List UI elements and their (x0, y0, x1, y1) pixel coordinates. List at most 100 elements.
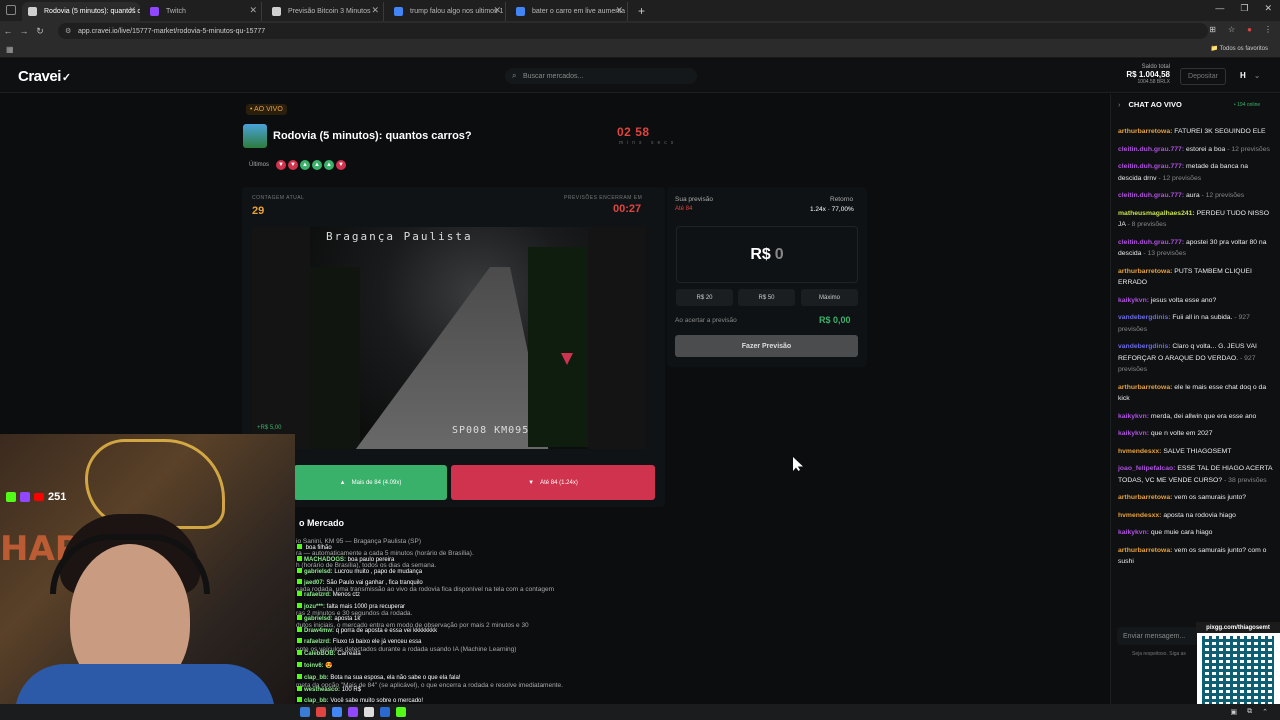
tab-favicon-icon (150, 7, 159, 16)
reload-icon[interactable]: ↻ (32, 26, 48, 37)
ate-84-button[interactable]: ▼ Até 84 (1.24x) (451, 465, 655, 500)
steam-icon[interactable] (380, 707, 390, 717)
chat-text: estorei a boa (1186, 145, 1226, 153)
browser-tab[interactable]: bater o carro em live aumenta ✕ (510, 2, 628, 21)
chat-message: kaikykvn: merda, dei allwin que era esse… (1118, 411, 1273, 423)
all-bookmarks[interactable]: 📁 Todos os favoritos (1211, 45, 1268, 52)
chat-username[interactable]: kaikykvn: (1118, 413, 1149, 420)
overlay-text: Bota na sua esposa, ela não sabe o que e… (330, 674, 461, 681)
chat-username[interactable]: joao_felipefalcao: (1118, 465, 1175, 472)
browser-tab[interactable]: trump falou algo nos ultimos 1 ✕ (388, 2, 506, 21)
chat-username[interactable]: cleitin.duh.grau.777: (1118, 239, 1184, 246)
overlay-username: gabrielsd: (304, 615, 333, 622)
chat-username[interactable]: hvmendesxx: (1118, 448, 1161, 455)
back-icon[interactable]: ← (0, 26, 16, 36)
tab-search-icon[interactable] (6, 5, 16, 15)
logo-text: Cravei (18, 68, 61, 85)
market-thumbnail (243, 124, 267, 148)
amount-input[interactable]: R$ 0 (676, 226, 858, 283)
chat-username[interactable]: arthurbarretowa: (1118, 268, 1172, 275)
small-gain: +R$ 5,00 (257, 425, 282, 431)
chat-header: › CHAT AO VIVO (1118, 100, 1182, 109)
overlay-chat-line: rafaelzrd: Menos ctz (297, 590, 497, 602)
up-result-dot: ▲ (312, 160, 323, 170)
menu-icon[interactable]: ⋮ (1264, 25, 1272, 34)
chat-username[interactable]: vandebergdinis: (1118, 343, 1171, 350)
chat-message: vandebergdinis: Fuii all in na subida. -… (1118, 312, 1273, 335)
chat-username[interactable]: kaikykvn: (1118, 297, 1149, 304)
qr-code-icon (1202, 636, 1274, 708)
site-info-icon[interactable]: ⚙ (65, 27, 71, 35)
chat-username[interactable]: arthurbarretowa: (1118, 128, 1172, 135)
taskbar-app-icon[interactable] (348, 707, 358, 717)
browser-tab[interactable]: Twitch ✕ (144, 2, 262, 21)
deposit-button[interactable]: Depositar (1180, 68, 1226, 85)
chat-username[interactable]: matheusmagalhaes241: (1118, 210, 1195, 217)
chat-username[interactable]: arthurbarretowa: (1118, 494, 1172, 501)
quick-50-button[interactable]: R$ 50 (738, 289, 795, 306)
browser-tab[interactable]: Previsão Bitcoin 3 Minutos ✕ (266, 2, 384, 21)
minimize-icon[interactable]: — (1215, 3, 1224, 14)
kick-icon (297, 555, 302, 561)
chat-input[interactable]: Enviar mensagem... (1117, 627, 1197, 645)
quick-20-button[interactable]: R$ 20 (676, 289, 733, 306)
chat-username[interactable]: hvmendesxx: (1118, 512, 1161, 519)
browser-actions: ⊞ ☆ ● ⋮ (1209, 25, 1272, 34)
close-tab-icon[interactable]: ✕ (371, 5, 379, 16)
chat-collapse-icon[interactable]: › (1118, 100, 1121, 109)
chat-username[interactable]: kaikykvn: (1118, 430, 1149, 437)
close-tab-icon[interactable]: ✕ (249, 5, 257, 16)
overlay-username: clap_bb: (304, 674, 329, 681)
maximize-icon[interactable]: ❐ (1240, 3, 1248, 14)
chat-username[interactable]: arthurbarretowa: (1118, 547, 1172, 554)
balance-block[interactable]: Saldo total R$ 1.004,58 1004.58 BRLX (1120, 64, 1170, 85)
chat-username[interactable]: vandebergdinis: (1118, 314, 1171, 321)
tray-icon[interactable]: ▣ (1231, 708, 1238, 716)
chat-username[interactable]: arthurbarretowa: (1118, 384, 1172, 391)
chat-message: cleitin.duh.grau.777: aura - 12 previsõe… (1118, 190, 1273, 202)
bookmark-star-icon[interactable]: ☆ (1228, 25, 1235, 34)
forward-icon[interactable]: → (16, 26, 32, 36)
chat-text: SALVE THIAGOSEMT (1163, 447, 1232, 455)
kick-icon (297, 650, 302, 656)
close-window-icon[interactable]: ✕ (1264, 3, 1272, 14)
overlay-username: Draw4mw: (304, 627, 335, 634)
tray-icon[interactable]: ⧉ (1247, 708, 1252, 716)
close-tab-icon[interactable]: ✕ (615, 5, 623, 16)
tab-favicon-icon (394, 7, 403, 16)
kick-icon (297, 638, 302, 644)
overlay-username: CalebBOB: (304, 651, 336, 658)
avatar[interactable]: H ⌄ (1240, 71, 1260, 80)
close-tab-icon[interactable]: ✕ (128, 5, 136, 16)
highway-camera-feed[interactable] (310, 227, 588, 449)
translate-icon[interactable]: ⊞ (1209, 25, 1216, 34)
taskbar-app-icon[interactable] (316, 707, 326, 717)
tray-icon[interactable]: ⌃ (1262, 708, 1268, 716)
mais-de-84-button[interactable]: ▲ Mais de 84 (4.09x) (294, 465, 447, 500)
url-field[interactable]: ⚙ app.cravei.io/live/15777-market/rodovi… (58, 23, 1208, 39)
chat-username[interactable]: cleitin.duh.grau.777: (1118, 192, 1184, 199)
quick-max-button[interactable]: Máximo (801, 289, 858, 306)
balance-brlx: 1004.58 BRLX (1137, 79, 1170, 85)
chat-username[interactable]: cleitin.duh.grau.777: (1118, 163, 1184, 170)
cravei-logo[interactable]: Cravei✓ (18, 68, 71, 85)
taskbar-app-icon[interactable] (396, 707, 406, 717)
chat-username[interactable]: cleitin.duh.grau.777: (1118, 146, 1184, 153)
overlay-text: boa filhão (305, 545, 332, 551)
overlay-username: MACHADOGS: (304, 556, 346, 563)
all-bookmarks-label: Todos os favoritos (1219, 46, 1268, 52)
taskbar-app-icon[interactable] (364, 707, 374, 717)
search-input[interactable]: ⌕ Buscar mercados... (505, 68, 697, 84)
chat-username[interactable]: kaikykvn: (1118, 529, 1149, 536)
new-tab-icon[interactable]: + (638, 4, 645, 18)
submit-prediction-button[interactable]: Fazer Previsão (675, 335, 858, 357)
extension-icon[interactable]: ● (1247, 25, 1252, 34)
browser-tab[interactable]: Rodovia (5 minutos): quantos c ✕ (22, 2, 140, 21)
tab-favicon-icon (516, 7, 525, 16)
apps-icon[interactable]: ▦ (6, 45, 14, 54)
chevron-down-icon: ⌄ (1253, 71, 1261, 80)
chrome-icon[interactable] (332, 707, 342, 717)
kick-icon (297, 626, 302, 632)
taskbar-app-icon[interactable] (300, 707, 310, 717)
close-tab-icon[interactable]: ✕ (493, 5, 501, 16)
